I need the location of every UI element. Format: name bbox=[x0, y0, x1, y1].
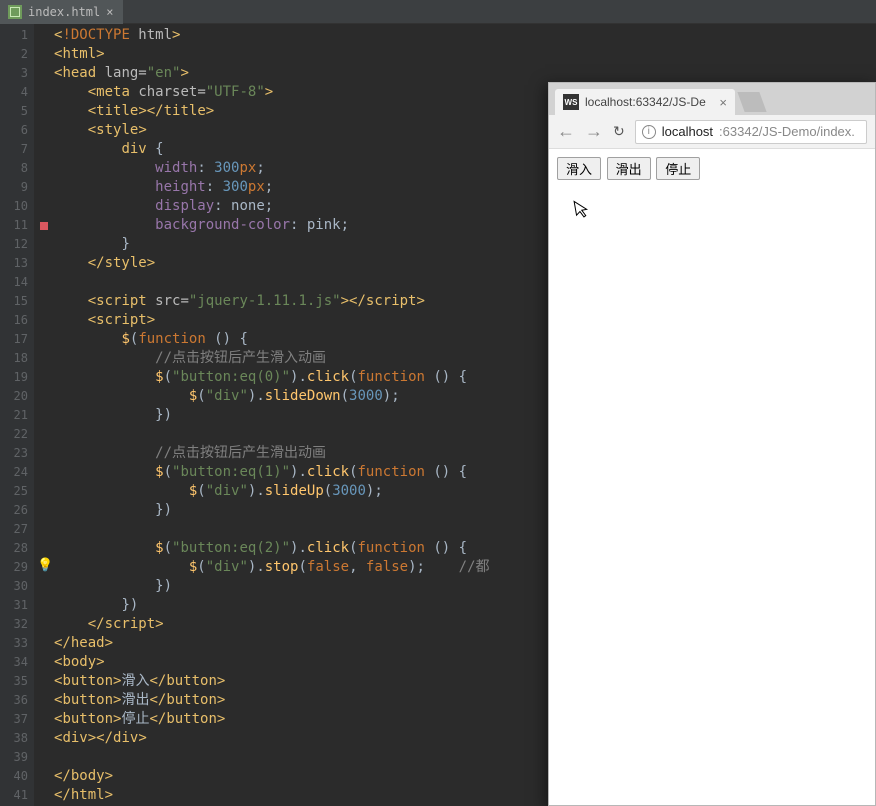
line-number: 1 bbox=[0, 26, 34, 45]
nav-back-button[interactable]: ← bbox=[557, 121, 575, 142]
line-number: 35 bbox=[0, 672, 34, 691]
line-number: 23 bbox=[0, 444, 34, 463]
code-line[interactable]: <!DOCTYPE html> bbox=[54, 26, 876, 45]
line-number: 13 bbox=[0, 254, 34, 273]
close-icon[interactable]: × bbox=[719, 95, 727, 110]
marker-gutter: 💡 bbox=[34, 24, 54, 806]
line-number: 15 bbox=[0, 292, 34, 311]
line-number: 6 bbox=[0, 121, 34, 140]
line-number: 22 bbox=[0, 425, 34, 444]
bookmark-marker-icon[interactable] bbox=[40, 222, 48, 230]
browser-tab-title: localhost:63342/JS-De bbox=[585, 95, 706, 109]
ide-tab-bar: index.html × bbox=[0, 0, 876, 24]
line-number: 29 bbox=[0, 558, 34, 577]
line-number: 3 bbox=[0, 64, 34, 83]
line-number-gutter: 1234567891011121314151617181920212223242… bbox=[0, 24, 34, 806]
intention-bulb-icon[interactable]: 💡 bbox=[37, 558, 53, 573]
line-number: 24 bbox=[0, 463, 34, 482]
line-number: 33 bbox=[0, 634, 34, 653]
line-number: 25 bbox=[0, 482, 34, 501]
line-number: 38 bbox=[0, 729, 34, 748]
line-number: 18 bbox=[0, 349, 34, 368]
site-info-icon[interactable]: i bbox=[642, 125, 656, 139]
line-number: 26 bbox=[0, 501, 34, 520]
line-number: 12 bbox=[0, 235, 34, 254]
line-number: 11 bbox=[0, 216, 34, 235]
line-number: 32 bbox=[0, 615, 34, 634]
line-number: 2 bbox=[0, 45, 34, 64]
line-number: 21 bbox=[0, 406, 34, 425]
line-number: 40 bbox=[0, 767, 34, 786]
line-number: 34 bbox=[0, 653, 34, 672]
line-number: 17 bbox=[0, 330, 34, 349]
browser-window: WS localhost:63342/JS-De × ← → ↻ i local… bbox=[548, 82, 876, 806]
line-number: 28 bbox=[0, 539, 34, 558]
line-number: 41 bbox=[0, 786, 34, 805]
line-number: 7 bbox=[0, 140, 34, 159]
browser-tab[interactable]: WS localhost:63342/JS-De × bbox=[555, 89, 735, 115]
line-number: 5 bbox=[0, 102, 34, 121]
line-number: 37 bbox=[0, 710, 34, 729]
html-file-icon bbox=[8, 5, 22, 19]
line-number: 36 bbox=[0, 691, 34, 710]
slide-in-button[interactable]: 滑入 bbox=[557, 157, 601, 180]
close-icon[interactable]: × bbox=[106, 5, 113, 19]
webstorm-favicon-icon: WS bbox=[563, 94, 579, 110]
mouse-cursor-icon bbox=[573, 198, 593, 225]
editor-tab-label: index.html bbox=[28, 5, 100, 19]
browser-toolbar: ← → ↻ i localhost :63342/JS-Demo/index. bbox=[549, 115, 875, 149]
browser-tab-strip: WS localhost:63342/JS-De × bbox=[549, 83, 875, 115]
line-number: 31 bbox=[0, 596, 34, 615]
url-path: :63342/JS-Demo/index. bbox=[719, 124, 855, 139]
code-line[interactable]: <head lang="en"> bbox=[54, 64, 876, 83]
line-number: 30 bbox=[0, 577, 34, 596]
address-bar[interactable]: i localhost :63342/JS-Demo/index. bbox=[635, 120, 867, 144]
line-number: 4 bbox=[0, 83, 34, 102]
line-number: 14 bbox=[0, 273, 34, 292]
line-number: 9 bbox=[0, 178, 34, 197]
editor-tab-index-html[interactable]: index.html × bbox=[0, 0, 123, 24]
line-number: 39 bbox=[0, 748, 34, 767]
nav-forward-button[interactable]: → bbox=[585, 121, 603, 142]
browser-viewport: 滑入 滑出 停止 bbox=[549, 149, 875, 805]
line-number: 20 bbox=[0, 387, 34, 406]
stop-button[interactable]: 停止 bbox=[656, 157, 700, 180]
line-number: 19 bbox=[0, 368, 34, 387]
code-line[interactable]: <html> bbox=[54, 45, 876, 64]
new-tab-button[interactable] bbox=[737, 92, 766, 112]
line-number: 16 bbox=[0, 311, 34, 330]
reload-button[interactable]: ↻ bbox=[613, 123, 625, 140]
line-number: 27 bbox=[0, 520, 34, 539]
slide-out-button[interactable]: 滑出 bbox=[607, 157, 651, 180]
line-number: 8 bbox=[0, 159, 34, 178]
line-number: 10 bbox=[0, 197, 34, 216]
url-host: localhost bbox=[662, 124, 713, 139]
